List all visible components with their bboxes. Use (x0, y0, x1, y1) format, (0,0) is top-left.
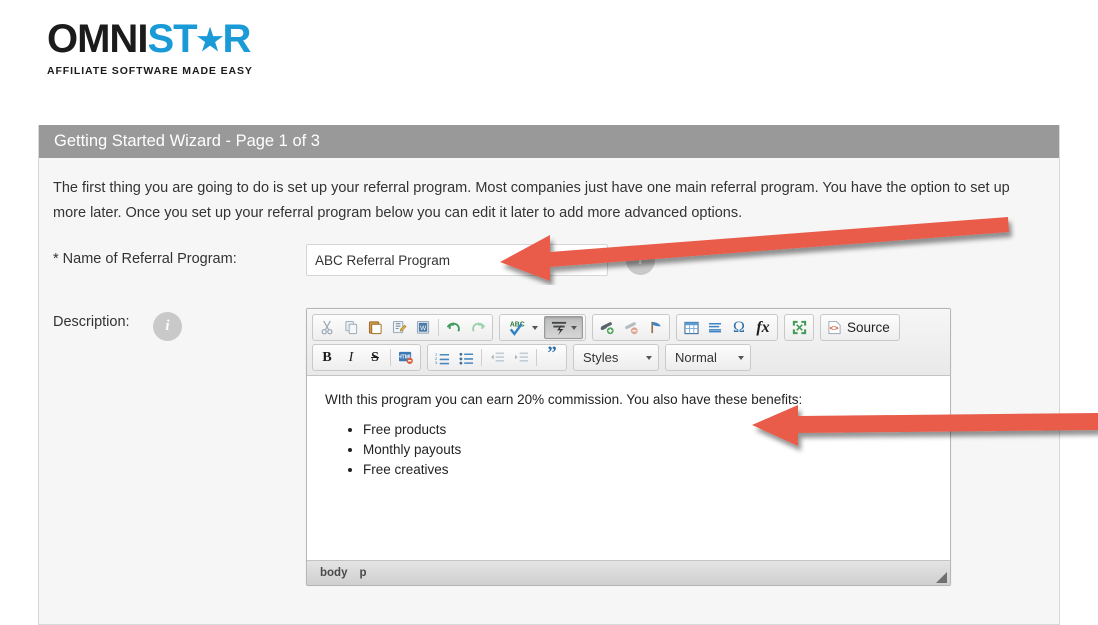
remove-format-icon[interactable]: HTML (394, 346, 418, 369)
undo-icon[interactable] (442, 316, 466, 339)
svg-text:ABC: ABC (510, 322, 525, 329)
logo-star-text: ST (147, 17, 197, 61)
text-format-icon[interactable] (544, 316, 583, 339)
toolbar-group-clipboard: W (312, 314, 493, 341)
info-icon[interactable]: i (626, 246, 655, 275)
toolbar-separator (438, 319, 439, 336)
copy-icon[interactable] (339, 316, 363, 339)
editor-toolbar-row-1: W ABC Ω fx <> Source (312, 314, 945, 341)
styles-dropdown-label: Styles (583, 350, 619, 365)
editor-element-path: body p (307, 561, 950, 585)
editor-content-area[interactable]: WIth this program you can earn 20% commi… (307, 376, 950, 561)
math-formula-icon[interactable]: fx (751, 316, 775, 339)
special-character-icon[interactable]: Ω (727, 316, 751, 339)
indent-icon[interactable] (509, 346, 533, 369)
spellcheck-icon[interactable]: ABC (502, 316, 544, 339)
cut-icon[interactable] (315, 316, 339, 339)
program-name-input[interactable] (306, 244, 608, 276)
toolbar-group-paragraph: 123 ” (427, 344, 567, 371)
horizontal-rule-icon[interactable] (703, 316, 727, 339)
form-row-program-name: * Name of Referral Program: i (53, 244, 1045, 284)
description-field-wrap: W ABC Ω fx <> Source B I S HTML 1 2 3 ” … (306, 308, 1045, 586)
table-icon[interactable] (679, 316, 703, 339)
info-icon[interactable]: i (153, 312, 182, 341)
logo-star-glyph-icon: ★ (196, 24, 224, 57)
toolbar-separator (390, 349, 391, 366)
list-item: Free products (363, 420, 932, 440)
chevron-down-icon[interactable] (646, 355, 652, 360)
format-dropdown[interactable]: Normal (665, 344, 751, 371)
rich-text-editor[interactable]: W ABC Ω fx <> Source B I S HTML 1 2 3 ” … (306, 308, 951, 586)
editor-bullet-list: Free products Monthly payouts Free creat… (325, 420, 932, 480)
element-path-body[interactable]: body (320, 567, 347, 579)
logo-omni-text: OMNI (47, 17, 148, 61)
toolbar-group-links (592, 314, 670, 341)
paste-text-icon[interactable] (387, 316, 411, 339)
unlink-icon[interactable] (619, 316, 643, 339)
editor-toolbar-row-2: B I S HTML 123 ” Styles Normal (312, 344, 945, 371)
anchor-icon[interactable] (643, 316, 667, 339)
toolbar-separator (481, 349, 482, 366)
chevron-down-icon[interactable] (738, 355, 744, 360)
link-icon[interactable] (595, 316, 619, 339)
svg-text:<>: <> (830, 325, 840, 333)
format-dropdown-label: Normal (675, 350, 717, 365)
form-row-description: Description: i W ABC Ω fx <> Source B I … (53, 308, 1045, 586)
styles-dropdown[interactable]: Styles (573, 344, 659, 371)
chevron-down-icon[interactable] (571, 325, 577, 330)
source-button[interactable]: <> Source (823, 316, 897, 339)
maximize-icon[interactable] (787, 316, 811, 339)
editor-paragraph: WIth this program you can earn 20% commi… (325, 392, 803, 407)
intro-paragraph: The first thing you are going to do is s… (53, 180, 1010, 221)
strikethrough-icon[interactable]: S (363, 346, 387, 369)
wizard-panel: Getting Started Wizard - Page 1 of 3 The… (38, 125, 1060, 625)
italic-icon[interactable]: I (339, 346, 363, 369)
list-item: Free creatives (363, 460, 932, 480)
bulleted-list-icon[interactable] (454, 346, 478, 369)
redo-icon[interactable] (466, 316, 490, 339)
description-label: Description: (53, 314, 130, 330)
blockquote-icon[interactable]: ” (540, 344, 564, 369)
toolbar-group-insert: Ω fx (676, 314, 778, 341)
logo-star-text-end: R (222, 17, 251, 61)
list-item: Monthly payouts (363, 440, 932, 460)
toolbar-group-maximize (784, 314, 814, 341)
toolbar-group-basicstyles: B I S HTML (312, 344, 421, 371)
chevron-down-icon[interactable] (532, 325, 538, 330)
svg-text:W: W (419, 325, 426, 332)
wizard-panel-header: Getting Started Wizard - Page 1 of 3 (39, 125, 1059, 158)
paste-icon[interactable] (363, 316, 387, 339)
page-title: Getting Started Wizard - Page 1 of 3 (54, 132, 320, 150)
editor-toolbar: W ABC Ω fx <> Source B I S HTML 1 2 3 ” … (307, 309, 950, 376)
brand-logo: OMNIST★R AFFILIATE SOFTWARE MADE EASY (47, 18, 287, 77)
numbered-list-icon[interactable]: 123 (430, 346, 454, 369)
bold-icon[interactable]: B (315, 346, 339, 369)
resize-handle-icon[interactable] (936, 572, 947, 583)
program-name-field-wrap: i (306, 244, 1045, 276)
source-button-label: Source (847, 320, 890, 335)
svg-text:3: 3 (435, 360, 437, 365)
logo-tagline: AFFILIATE SOFTWARE MADE EASY (47, 65, 253, 77)
toolbar-separator (536, 349, 537, 366)
element-path-p[interactable]: p (359, 567, 366, 579)
toolbar-group-spellcheck: ABC (499, 314, 586, 341)
toolbar-group-source: <> Source (820, 314, 900, 341)
wizard-panel-body: The first thing you are going to do is s… (39, 158, 1059, 586)
program-name-label: * Name of Referral Program: (53, 251, 237, 267)
paste-from-word-icon[interactable]: W (411, 316, 435, 339)
logo-wordmark: OMNIST★R (47, 18, 287, 64)
outdent-icon[interactable] (485, 346, 509, 369)
